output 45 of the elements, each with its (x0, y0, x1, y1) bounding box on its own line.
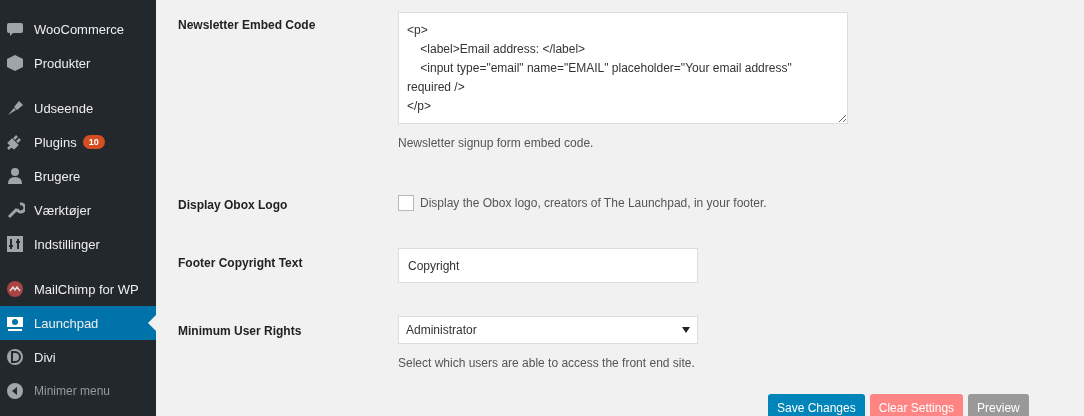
sidebar-item[interactable]: Brugere (0, 159, 156, 193)
wrench-icon (5, 200, 25, 220)
menu-label: Indstillinger (34, 236, 100, 252)
select-field[interactable]: Administrator (398, 316, 698, 344)
save-button[interactable]: Save Changes (768, 394, 865, 416)
setting-label: Display Obox Logo (178, 197, 289, 214)
sidebar-item[interactable]: Divi (0, 340, 156, 374)
d-letter-icon (5, 347, 25, 367)
setting-label: Minimum User Rights (178, 323, 303, 340)
sidebar-item[interactable]: MailChimp for WP (0, 272, 156, 306)
menu-label: Minimer menu (34, 384, 111, 398)
sidebar-item[interactable]: Launchpad (0, 306, 156, 340)
menu-label: Produkter (34, 55, 91, 71)
sidebar-item[interactable]: Produkter (0, 46, 156, 80)
menu-label: Udseende (34, 100, 94, 116)
chimp-icon (5, 279, 25, 299)
menu-label: Divi (34, 349, 56, 365)
sidebar-item[interactable]: Udseende (0, 91, 156, 125)
menu-label: Launchpad (34, 315, 99, 331)
help-text: Newsletter signup form embed code. (398, 136, 595, 150)
menu-label: MailChimp for WP (34, 281, 139, 297)
collapse-icon (5, 381, 25, 401)
setting-label: Newsletter Embed Code (178, 17, 317, 34)
user-icon (5, 166, 25, 186)
paintbrush-icon (5, 98, 25, 118)
sidebar-item[interactable]: Minimer menu (0, 374, 156, 408)
sidebar-item[interactable]: WooCommerce (0, 12, 156, 46)
menu-label: Brugere (34, 168, 81, 184)
update-count: 10 (82, 135, 105, 149)
checkbox-label: Display the Obox logo, creators of The Launchpad, in your footer. (420, 196, 767, 210)
sidebar-item[interactable]: Værktøjer (0, 193, 156, 227)
sidebar-item[interactable]: Indstillinger (0, 227, 156, 261)
sidebar-item[interactable]: Plugins 10 (0, 125, 156, 159)
box-icon (5, 53, 25, 73)
input-field[interactable]: Copyright (398, 248, 698, 283)
menu-label: WooCommerce (34, 21, 125, 37)
checkbox[interactable] (398, 195, 414, 211)
current-pointer-icon (148, 315, 156, 331)
dropdown-caret-icon (682, 327, 690, 333)
embed-code-field[interactable]: <p> <label>Email address: </label> <input type="email" name="EMAIL" placeholder="Your email address" required /> </p> (398, 12, 848, 124)
sliders-icon (5, 234, 25, 254)
help-text: Select which users are able to access the front end site. (398, 356, 696, 370)
menu-label: Værktøjer (34, 202, 92, 218)
setting-label: Footer Copyright Text (178, 255, 304, 272)
menu-label: Plugins (34, 134, 77, 150)
